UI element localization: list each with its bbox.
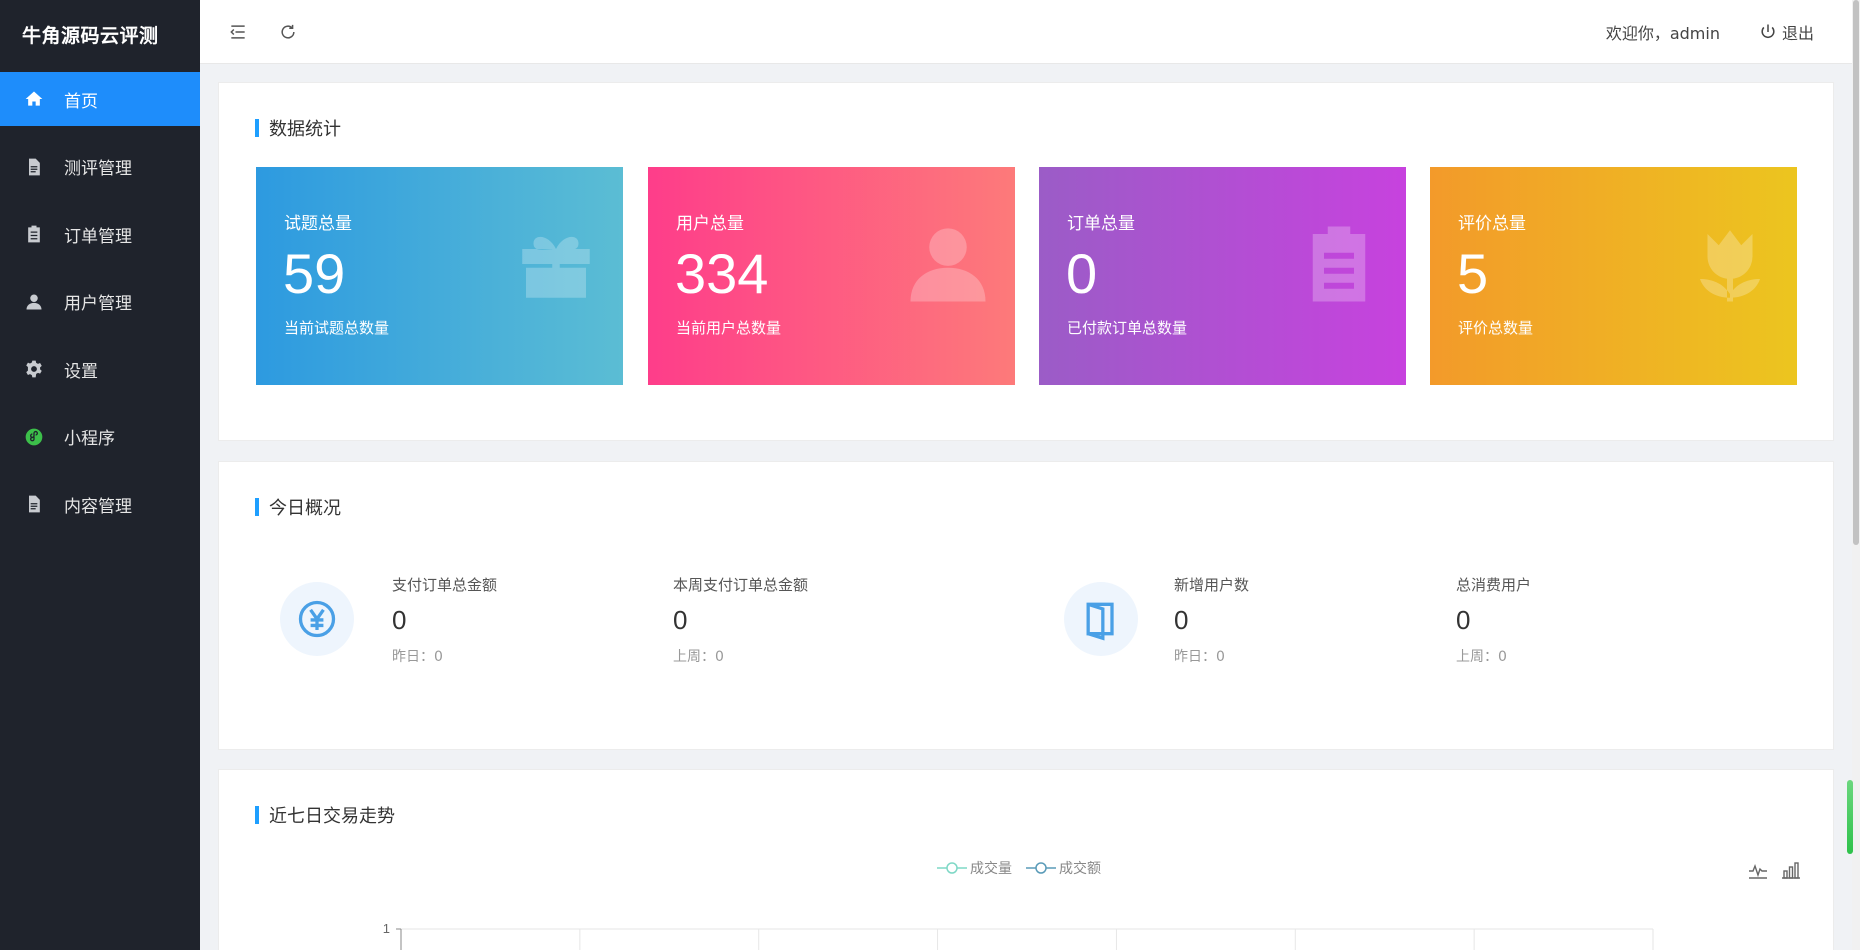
user-icon	[903, 219, 993, 309]
power-icon	[1761, 24, 1775, 38]
sidebar-item-home[interactable]: 首页	[0, 72, 200, 126]
sidebar-menu: 首页 测评管理 订单管理 用户管理 设置 小程序 内容管理	[0, 72, 200, 531]
legend-line-icon	[937, 862, 967, 874]
overview-new-users: 新增用户数 0 昨日：0	[1174, 574, 1249, 666]
overview-week-paid-total: 本周支付订单总金额 0 上周：0	[673, 574, 808, 666]
refresh-icon[interactable]	[276, 20, 300, 44]
overview-label: 新增用户数	[1174, 576, 1250, 594]
section-title: 今日概况	[269, 498, 341, 519]
stat-card-subtitle: 评价总数量	[1458, 319, 1534, 337]
stat-card-subtitle: 当前用户总数量	[676, 319, 782, 337]
overview-compare: 昨日：0	[1174, 649, 1225, 665]
logout-button[interactable]: 退出	[1758, 20, 1814, 44]
sidebar-item-label: 用户管理	[64, 294, 132, 314]
legend-item-volume[interactable]: 成交量	[937, 858, 1012, 878]
today-panel-title: 今日概况	[255, 494, 341, 520]
document-icon	[22, 155, 46, 179]
overview-compare: 上周：0	[1456, 649, 1507, 665]
section-title: 数据统计	[269, 119, 341, 140]
legend-line-icon	[1026, 862, 1056, 874]
legend-item-amount[interactable]: 成交额	[1026, 858, 1101, 878]
title-accent-bar	[255, 806, 259, 824]
top-header: 欢迎你，admin 退出	[200, 0, 1852, 64]
overview-value: 0	[673, 605, 688, 635]
yuan-icon	[280, 582, 354, 656]
chart-legend: 成交量 成交额	[937, 858, 1115, 878]
sidebar-item-label: 内容管理	[64, 496, 132, 517]
stat-card-questions[interactable]: 试题总量 59 当前试题总数量	[256, 167, 623, 385]
stat-card-value: 59	[283, 242, 346, 305]
sidebar-item-label: 订单管理	[64, 226, 132, 247]
stats-panel-title: 数据统计	[255, 115, 341, 141]
stat-card-title: 订单总量	[1067, 214, 1135, 234]
title-accent-bar	[255, 119, 259, 137]
stat-card-users[interactable]: 用户总量 334 当前用户总数量	[648, 167, 1015, 385]
stat-card-value: 5	[1457, 242, 1489, 305]
scrollbar-thumb[interactable]	[1853, 0, 1859, 545]
sidebar-item-label: 测评管理	[64, 159, 132, 179]
stat-card-title: 用户总量	[676, 214, 744, 234]
overview-value: 0	[1174, 605, 1189, 635]
sidebar-item-label: 设置	[64, 361, 98, 382]
header-user-area: 欢迎你，admin 退出	[1606, 20, 1852, 44]
stat-card-subtitle: 已付款订单总数量	[1067, 319, 1188, 337]
sidebar-item-users[interactable]: 用户管理	[0, 275, 200, 329]
home-icon	[22, 87, 46, 111]
overview-label: 总消费用户	[1456, 576, 1532, 594]
legend-label: 成交量	[970, 861, 1012, 877]
clipboard-icon	[22, 222, 46, 246]
overview-value: 0	[392, 605, 407, 635]
miniprogram-icon	[22, 425, 46, 449]
menu-fold-icon[interactable]	[226, 20, 250, 44]
welcome-text: 欢迎你，admin	[1605, 23, 1720, 43]
scrollbar[interactable]	[1852, 0, 1860, 950]
gift-icon	[511, 219, 601, 309]
trend-panel-title: 近七日交易走势	[255, 802, 395, 828]
title-accent-bar	[255, 498, 259, 516]
legend-label: 成交额	[1059, 861, 1101, 877]
user-icon	[22, 290, 46, 314]
sidebar-item-label: 小程序	[64, 429, 115, 449]
line-chart-icon[interactable]	[1748, 860, 1768, 880]
brand-title: 牛角源码云评测	[22, 25, 159, 47]
overview-label: 支付订单总金额	[392, 576, 498, 594]
overview-paid-total: 支付订单总金额 0 昨日：0	[392, 574, 497, 666]
bar-chart-icon[interactable]	[1781, 860, 1801, 880]
overview-value: 0	[1456, 605, 1471, 635]
sidebar-item-content[interactable]: 内容管理	[0, 477, 200, 531]
stat-card-subtitle: 当前试题总数量	[284, 319, 390, 337]
stat-card-title: 试题总量	[284, 214, 352, 234]
overview-compare: 昨日：0	[392, 649, 443, 665]
stat-card-value: 0	[1066, 242, 1098, 305]
overview-paying-users: 总消费用户 0 上周：0	[1456, 574, 1531, 666]
sidebar-item-label: 首页	[64, 91, 98, 112]
document-icon	[22, 492, 46, 516]
door-icon	[1064, 582, 1138, 656]
overview-label: 本周支付订单总金额	[673, 576, 809, 594]
sidebar: 牛角源码云评测 首页 测评管理 订单管理 用户管理 设置 小程序 内容管理	[0, 0, 200, 950]
section-title: 近七日交易走势	[269, 806, 395, 827]
sidebar-item-miniprogram[interactable]: 小程序	[0, 410, 200, 464]
stat-card-orders[interactable]: 订单总量 0 已付款订单总数量	[1039, 167, 1406, 385]
stat-card-value: 334	[675, 242, 769, 305]
sidebar-item-evaluation[interactable]: 测评管理	[0, 140, 200, 194]
stat-card-reviews[interactable]: 评价总量 5 评价总数量	[1430, 167, 1797, 385]
logout-label: 退出	[1781, 23, 1814, 43]
overview-compare: 上周：0	[673, 649, 724, 665]
tulip-icon	[1685, 219, 1775, 309]
sidebar-item-orders[interactable]: 订单管理	[0, 207, 200, 261]
stat-card-title: 评价总量	[1458, 214, 1526, 234]
scroll-indicator	[1847, 780, 1853, 854]
clipboard-icon	[1294, 219, 1384, 309]
sidebar-item-settings[interactable]: 设置	[0, 342, 200, 396]
gear-icon	[22, 357, 46, 381]
